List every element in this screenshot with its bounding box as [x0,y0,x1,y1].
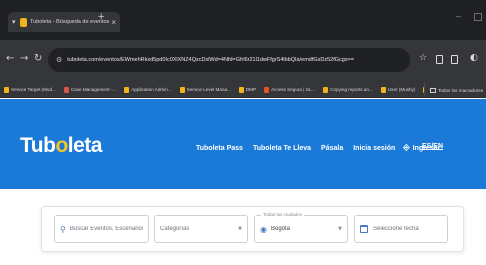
city-select[interactable]: Todas las ciudades ◉ Bogotá ▼ [254,212,348,243]
address-bar[interactable]: ⚙ tuboleta.com/eventos/EWmehRkxd5pd0Ic0X… [48,48,410,72]
bookmark-favicon-icon [124,86,130,93]
chevron-down-icon: ▼ [338,226,342,232]
tab-close-icon[interactable]: × [111,18,116,27]
bookmark-favicon-icon [4,86,9,93]
bookmarks-bar: Service Target (Mod... Case Management -… [0,82,486,98]
folder-icon [430,87,437,93]
tab-list-icon[interactable]: ▾ [12,18,20,26]
bookmark-favicon-icon [323,86,329,93]
bookmark-item[interactable]: DMP [238,86,256,93]
category-select[interactable]: Categorías ▼ [154,215,248,243]
browser-tab-strip: ▾ Tuboleta - Búsqueda de eventos × + – [0,0,486,40]
bookmark-item[interactable]: Service Target (Mod... [4,86,56,93]
minimize-icon[interactable]: – [456,11,461,21]
bookmark-favicon-icon [179,86,185,93]
tab-favicon-icon [20,17,27,27]
reload-icon[interactable]: ↻ [34,53,42,64]
bookmark-item[interactable]: Copying reports an... [323,86,373,93]
search-icon: ⚲ [60,224,66,234]
main-nav: Tuboleta Pass Tuboleta Te Lleva Pásala I… [196,143,450,153]
tuboleta-logo[interactable]: Tuboleta [20,134,102,158]
new-tab-icon[interactable]: + [98,11,104,23]
calendar-icon [360,225,368,233]
site-info-icon[interactable]: ⚙ [56,56,62,64]
bookmark-item[interactable]: User (Mushy) [380,86,415,93]
extensions-icon[interactable] [436,55,443,64]
forward-icon[interactable]: → [20,53,28,64]
bookmark-favicon-icon [63,86,69,93]
city-label: Todas las ciudades [261,212,305,217]
bookmark-item[interactable]: Application Admin... [124,86,172,93]
maximize-icon[interactable] [474,13,482,21]
location-pin-icon: ◉ [260,224,267,234]
sidebar-icon[interactable] [451,55,458,64]
bookmark-star-icon[interactable]: ☆ [419,53,427,63]
url-text[interactable]: tuboleta.com/eventos/EWmehRkxd5pd0Ic0XlX… [67,57,354,63]
nav-pasala[interactable]: Pásala [321,145,343,152]
login-icon: ⎆ [403,143,410,152]
search-input[interactable]: ⚲ Buscar Eventos, Escenarios... [54,215,149,243]
nav-inicia-sesion[interactable]: Inicia sesión [353,145,395,152]
date-picker[interactable]: Seleccione fecha [354,215,448,243]
back-icon[interactable]: ← [6,53,14,64]
all-bookmarks-folder[interactable]: Todos los marcadores [424,82,486,97]
bookmark-item[interactable]: Case Management -... [63,86,116,93]
bookmark-favicon-icon [264,86,270,93]
bookmark-item[interactable]: Access Segura | SL... [264,86,315,93]
nav-tuboleta-pass[interactable]: Tuboleta Pass [196,145,243,152]
site-header: Tuboleta Tuboleta Pass Tuboleta Te Lleva… [0,99,486,189]
language-toggle[interactable]: ES/EN [422,143,443,150]
bookmark-item[interactable]: Service Level Mana... [179,86,231,93]
event-search-bar: ⚲ Buscar Eventos, Escenarios... Categorí… [41,206,464,252]
profile-icon[interactable]: ◐ [470,53,478,63]
nav-tuboleta-te-lleva[interactable]: Tuboleta Te Lleva [253,145,311,152]
bookmark-favicon-icon [380,86,386,93]
browser-toolbar: ← → ↻ ⚙ tuboleta.com/eventos/EWmehRkxd5p… [0,40,486,82]
chevron-down-icon: ▼ [238,226,242,232]
bookmark-favicon-icon [238,86,244,93]
